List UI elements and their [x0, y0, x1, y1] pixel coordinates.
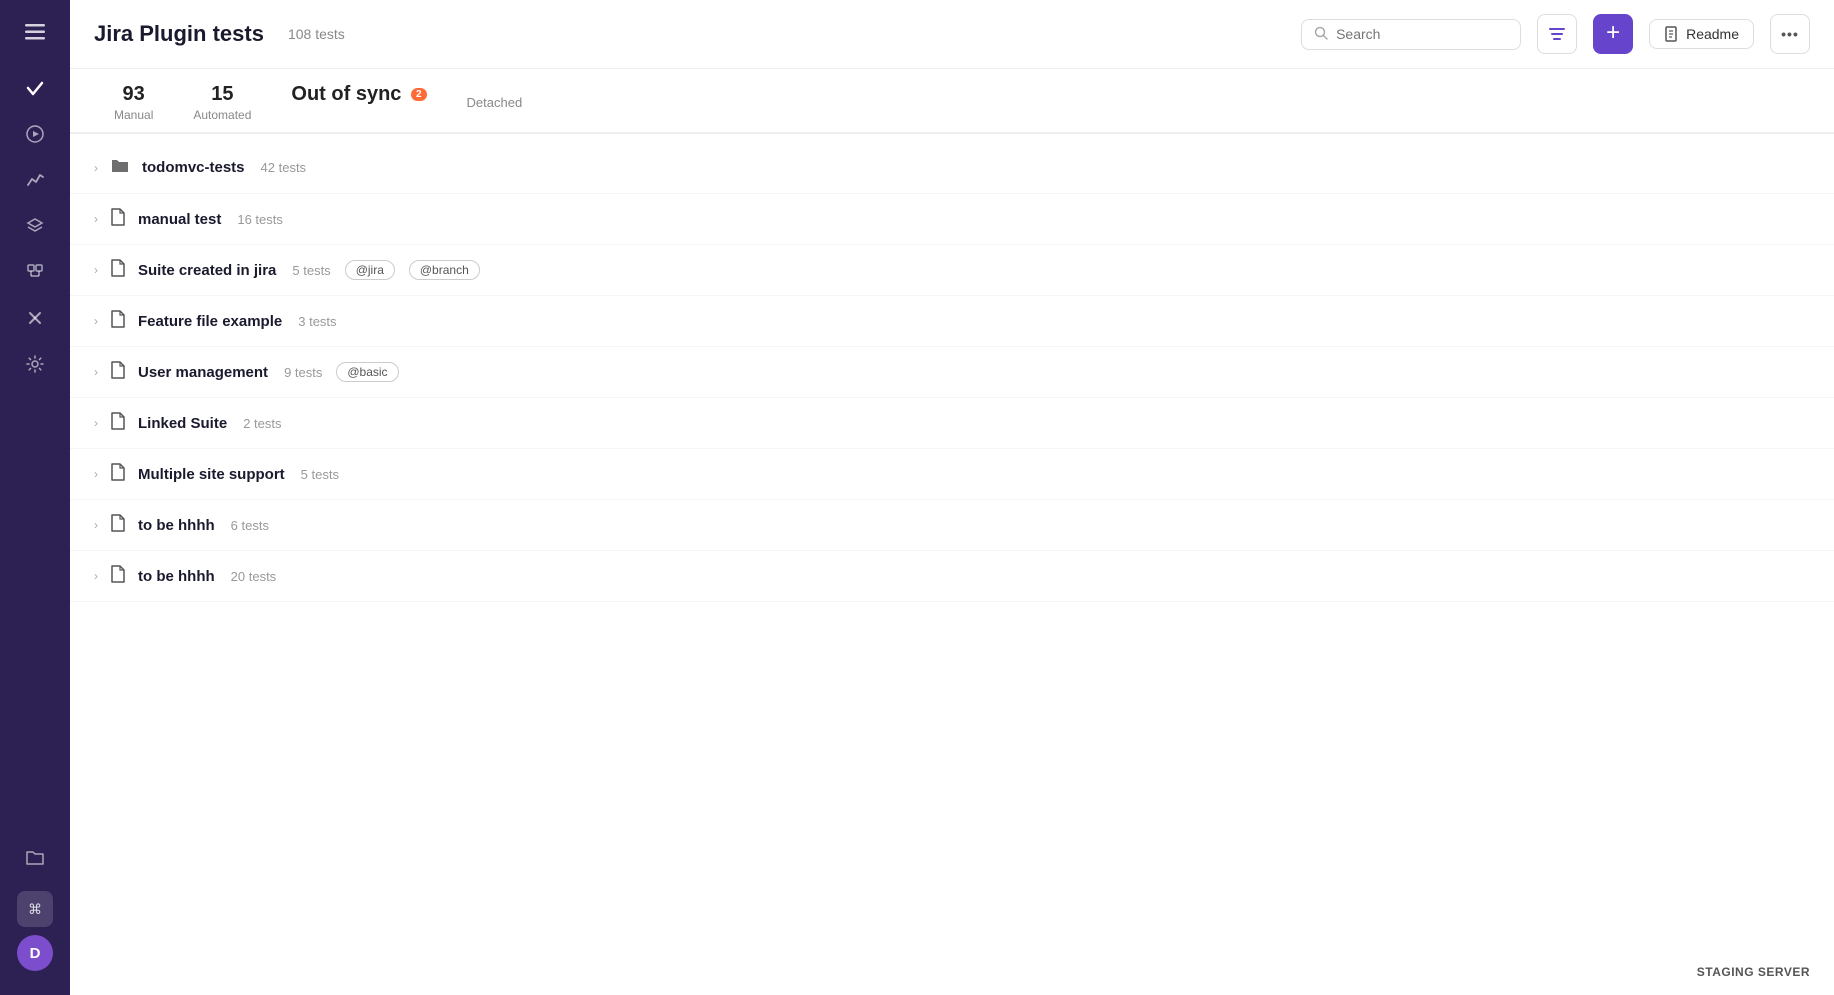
tab-manual[interactable]: 93 Manual [94, 69, 173, 134]
suite-name: Multiple site support [138, 466, 285, 483]
sidebar-item-settings[interactable] [15, 344, 55, 384]
suite-count: 3 tests [298, 314, 336, 329]
suite-name: Feature file example [138, 313, 282, 330]
chevron-right-icon: › [94, 212, 98, 226]
suite-row[interactable]: › todomvc-tests 42 tests [70, 142, 1834, 194]
chevron-right-icon: › [94, 161, 98, 175]
filter-button[interactable] [1537, 14, 1577, 54]
suite-count: 16 tests [237, 212, 283, 227]
suite-name: to be hhhh [138, 517, 215, 534]
suite-row[interactable]: › to be hhhh 20 tests [70, 551, 1834, 602]
suite-name: todomvc-tests [142, 159, 245, 176]
suite-count: 5 tests [301, 467, 339, 482]
tag: @basic [336, 362, 398, 382]
chevron-right-icon: › [94, 518, 98, 532]
chevron-right-icon: › [94, 467, 98, 481]
chevron-right-icon: › [94, 569, 98, 583]
suite-row[interactable]: › User management 9 tests @basic [70, 347, 1834, 398]
out-of-sync-count: Out of sync 2 [291, 83, 426, 106]
test-count: 108 tests [288, 26, 345, 42]
detached-label: Detached [467, 95, 523, 110]
add-icon: + [1606, 21, 1620, 45]
shortcut-button[interactable]: ⌘ [17, 891, 53, 927]
file-icon [110, 310, 126, 332]
file-icon [110, 412, 126, 434]
avatar[interactable]: D [17, 935, 53, 971]
suite-row[interactable]: › Linked Suite 2 tests [70, 398, 1834, 449]
shortcut-icon: ⌘ [28, 901, 42, 918]
tab-automated[interactable]: 15 Automated [173, 69, 271, 134]
staging-server-label: STAGING SERVER [1697, 965, 1810, 979]
suite-name: to be hhhh [138, 568, 215, 585]
sync-badge: 2 [411, 88, 427, 101]
manual-count: 93 [123, 83, 145, 106]
suite-row[interactable]: › manual test 16 tests [70, 194, 1834, 245]
sidebar-item-integrations[interactable] [15, 252, 55, 292]
suite-count: 20 tests [231, 569, 277, 584]
readme-button[interactable]: Readme [1649, 19, 1754, 49]
tag: @branch [409, 260, 480, 280]
suite-name: Suite created in jira [138, 262, 276, 279]
search-box[interactable] [1301, 19, 1521, 50]
sidebar-item-tools[interactable] [15, 298, 55, 338]
chevron-right-icon: › [94, 314, 98, 328]
file-icon [110, 208, 126, 230]
chevron-right-icon: › [94, 416, 98, 430]
header: Jira Plugin tests 108 tests + [70, 0, 1834, 69]
sidebar-item-menu[interactable] [15, 12, 55, 52]
sidebar-item-folder[interactable] [15, 837, 55, 877]
search-input[interactable] [1336, 26, 1508, 42]
file-icon [110, 259, 126, 281]
suite-row[interactable]: › to be hhhh 6 tests [70, 500, 1834, 551]
suite-count: 2 tests [243, 416, 281, 431]
add-button[interactable]: + [1593, 14, 1633, 54]
chevron-right-icon: › [94, 365, 98, 379]
suite-name: User management [138, 364, 268, 381]
tab-detached[interactable]: Detached [447, 69, 543, 134]
more-button[interactable]: ••• [1770, 14, 1810, 54]
suite-row[interactable]: › Multiple site support 5 tests [70, 449, 1834, 500]
file-icon [110, 463, 126, 485]
more-icon: ••• [1781, 26, 1799, 42]
suite-name: manual test [138, 211, 221, 228]
readme-label: Readme [1686, 26, 1739, 42]
suite-list: › todomvc-tests 42 tests › manual test 1… [70, 134, 1834, 995]
suite-row[interactable]: › Feature file example 3 tests [70, 296, 1834, 347]
suite-count: 5 tests [292, 263, 330, 278]
suite-count: 6 tests [231, 518, 269, 533]
folder-icon [110, 156, 130, 179]
main-content: Jira Plugin tests 108 tests + [70, 0, 1834, 995]
search-icon [1314, 26, 1328, 43]
automated-count: 15 [211, 83, 233, 106]
page-title: Jira Plugin tests [94, 21, 264, 47]
sidebar-item-layers[interactable] [15, 206, 55, 246]
file-icon [110, 514, 126, 536]
suite-row[interactable]: › Suite created in jira 5 tests @jira @b… [70, 245, 1834, 296]
sidebar-item-reports[interactable] [15, 160, 55, 200]
file-icon [110, 361, 126, 383]
chevron-right-icon: › [94, 263, 98, 277]
file-icon [110, 565, 126, 587]
sidebar: ⌘ D [0, 0, 70, 995]
sidebar-item-check[interactable] [15, 68, 55, 108]
suite-name: Linked Suite [138, 415, 227, 432]
tab-out-of-sync[interactable]: Out of sync 2 [271, 69, 446, 134]
tag: @jira [345, 260, 395, 280]
automated-label: Automated [193, 108, 251, 122]
tabs-bar: 93 Manual 15 Automated Out of sync 2 Det… [70, 69, 1834, 134]
sidebar-item-play[interactable] [15, 114, 55, 154]
suite-count: 42 tests [261, 160, 307, 175]
suite-count: 9 tests [284, 365, 322, 380]
manual-label: Manual [114, 108, 153, 122]
